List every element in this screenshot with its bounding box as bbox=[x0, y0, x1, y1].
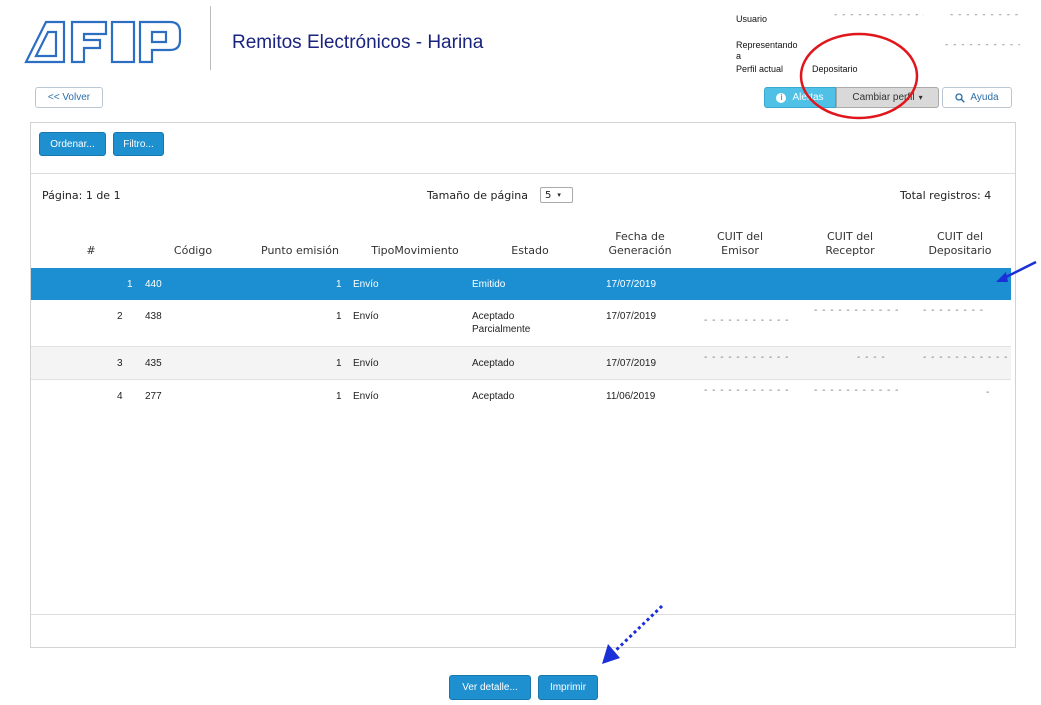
pagina-info: Página: 1 de 1 bbox=[42, 189, 121, 202]
col-header-cuit-depositario[interactable]: CUIT del Depositario bbox=[915, 230, 1005, 258]
col-header-cuit-emisor[interactable]: CUIT del Emisor bbox=[700, 230, 780, 258]
col-header-cuit-receptor[interactable]: CUIT del Receptor bbox=[805, 230, 895, 258]
filtro-button[interactable]: Filtro... bbox=[113, 132, 164, 156]
representando-value: - - - - - - - - - - - bbox=[945, 40, 1020, 50]
info-icon: i bbox=[776, 92, 787, 103]
col-header-num[interactable]: # bbox=[76, 244, 106, 258]
total-registros: Total registros: 4 bbox=[900, 189, 992, 202]
cell-cuit-emisor: - - - - - - - - - - - bbox=[704, 315, 790, 326]
blue-arrow-annotation bbox=[996, 260, 1037, 282]
tamano-label: Tamaño de página bbox=[427, 189, 529, 202]
cell-codigo: 435 bbox=[145, 358, 162, 369]
cell-codigo: 440 bbox=[145, 279, 162, 290]
cell-cuit-emisor: - - - - - - - - - - - bbox=[704, 385, 790, 396]
cell-codigo: 277 bbox=[145, 391, 162, 402]
usuario-value-extra: - - - - - - - - - - - - - bbox=[950, 10, 1020, 20]
representando-label-b: a bbox=[736, 51, 742, 61]
cell-num: 1 bbox=[127, 279, 133, 290]
red-annotation-circle bbox=[799, 32, 919, 120]
ayuda-button[interactable]: Ayuda bbox=[942, 87, 1012, 108]
ayuda-label: Ayuda bbox=[970, 92, 999, 103]
cell-num: 3 bbox=[117, 358, 123, 369]
search-icon bbox=[955, 92, 966, 103]
cell-fecha: 17/07/2019 bbox=[606, 358, 657, 369]
cell-estado: Aceptado bbox=[472, 358, 515, 369]
cell-estado: Aceptado Parcialmente bbox=[472, 311, 531, 335]
col-header-tipo-movimiento[interactable]: TipoMovimiento bbox=[360, 244, 470, 258]
table-row[interactable]: 2 438 1 Envío Aceptado Parcialmente 17/07… bbox=[31, 300, 1011, 346]
perfil-label: Perfil actual bbox=[736, 64, 784, 74]
table-row[interactable]: 1 440 1 Envío Emitido 17/07/2019 bbox=[31, 268, 1011, 300]
cell-fecha: 17/07/2019 bbox=[606, 279, 657, 290]
dotted-arrow-annotation bbox=[602, 604, 664, 664]
afip-logo bbox=[24, 20, 182, 64]
cell-punto: 1 bbox=[336, 279, 342, 290]
caret-down-icon: ▾ bbox=[557, 191, 561, 199]
col-header-estado[interactable]: Estado bbox=[495, 244, 565, 258]
panel-separator bbox=[31, 173, 1015, 174]
cell-estado: Emitido bbox=[472, 279, 506, 290]
cell-cuit-depositario: - - - - - - - - - - - bbox=[923, 352, 1009, 363]
col-header-fecha[interactable]: Fecha de Generación bbox=[595, 230, 685, 258]
table-row[interactable]: 4 277 1 Envío Aceptado 11/06/2019 - - - … bbox=[31, 380, 1011, 412]
cell-codigo: 438 bbox=[145, 311, 162, 322]
col-header-punto-emision[interactable]: Punto emisión bbox=[250, 244, 350, 258]
representando-label: Representando bbox=[736, 40, 798, 50]
cell-tipo: Envío bbox=[353, 311, 379, 322]
page-size-value: 5 bbox=[545, 189, 552, 201]
page-size-select[interactable]: 5 ▾ bbox=[540, 187, 573, 203]
imprimir-button[interactable]: Imprimir bbox=[538, 675, 598, 700]
cell-tipo: Envío bbox=[353, 391, 379, 402]
cell-tipo: Envío bbox=[353, 279, 379, 290]
col-header-codigo[interactable]: Código bbox=[158, 244, 228, 258]
back-button[interactable]: << Volver bbox=[35, 87, 103, 108]
cell-cuit-depositario: - - - - - - - - bbox=[923, 305, 985, 316]
usuario-value: - - - - - - - - - - - - - bbox=[834, 10, 924, 20]
panel-footer-separator bbox=[31, 614, 1015, 615]
cell-fecha: 11/06/2019 bbox=[606, 391, 656, 402]
cell-cuit-emisor: - - - - - - - - - - - bbox=[704, 352, 790, 363]
ordenar-button[interactable]: Ordenar... bbox=[39, 132, 106, 156]
ver-detalle-button[interactable]: Ver detalle... bbox=[449, 675, 531, 700]
table-row[interactable]: 3 435 1 Envío Aceptado 17/07/2019 - - - … bbox=[31, 347, 1011, 379]
cell-cuit-receptor: - - - - - - - - - - - bbox=[814, 385, 900, 396]
cell-fecha: 17/07/2019 bbox=[606, 311, 657, 322]
usuario-label: Usuario bbox=[736, 14, 768, 24]
cell-estado: Aceptado bbox=[472, 391, 515, 402]
cell-cuit-receptor: - - - - bbox=[857, 352, 886, 363]
cell-cuit-depositario: - bbox=[986, 387, 991, 398]
cell-punto: 1 bbox=[336, 311, 342, 322]
app-title: Remitos Electrónicos - Harina bbox=[232, 32, 484, 53]
cell-tipo: Envío bbox=[353, 358, 379, 369]
cell-cuit-receptor: - - - - - - - - - - - bbox=[814, 305, 900, 316]
cell-num: 4 bbox=[117, 391, 123, 402]
cell-num: 2 bbox=[117, 311, 123, 322]
cell-punto: 1 bbox=[336, 391, 342, 402]
cell-punto: 1 bbox=[336, 358, 342, 369]
header-divider bbox=[210, 6, 211, 70]
